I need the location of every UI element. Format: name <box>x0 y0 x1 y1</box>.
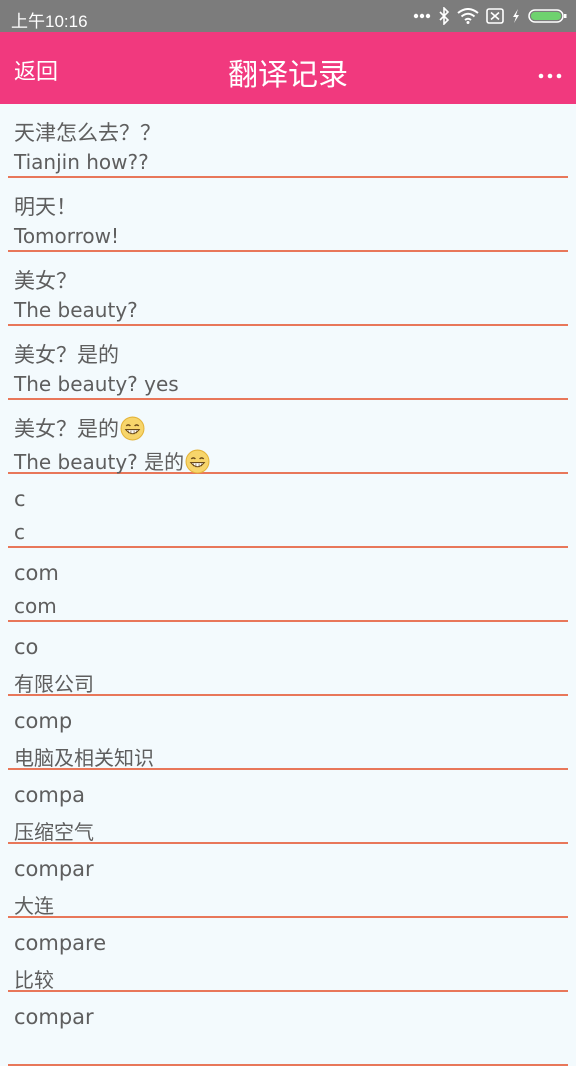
record-translation-label: c <box>14 520 25 544</box>
grinning-face-icon <box>120 416 145 441</box>
record-translation-label: 比较 <box>14 968 54 992</box>
list-item[interactable]: compare 比较 <box>8 918 568 992</box>
list-item[interactable]: 美女？ The beauty? <box>8 252 568 326</box>
record-translation-label: 电脑及相关知识 <box>14 746 154 770</box>
record-source-text: compare <box>14 931 106 955</box>
record-translation-label: com <box>14 594 57 618</box>
record-source-text: compa <box>14 783 85 807</box>
record-translation-label: 有限公司 <box>14 672 94 696</box>
record-source-label: 美女？是的 <box>14 417 119 441</box>
list-item[interactable]: com com <box>8 548 568 622</box>
more-dots-icon <box>538 73 562 79</box>
record-source-label: 明天！ <box>14 195 77 219</box>
list-item[interactable]: co 有限公司 <box>8 622 568 696</box>
record-translation-label: The beauty? yes <box>14 372 179 396</box>
list-item[interactable]: 明天！ Tomorrow! <box>8 178 568 252</box>
list-item[interactable]: 美女？是的 The beauty? 是的 <box>8 400 568 474</box>
record-source-label: 美女？是的 <box>14 343 119 367</box>
record-translation-text: The beauty? <box>14 298 138 322</box>
record-source-text: 美女？是的 <box>14 339 119 369</box>
wifi-icon <box>457 8 479 24</box>
record-translation-label: Tianjin how?? <box>14 150 149 174</box>
list-item[interactable]: cc <box>8 474 568 548</box>
record-source-label: comp <box>14 709 73 733</box>
record-translation-label: The beauty? <box>14 298 138 322</box>
record-translation-label: Tomorrow! <box>14 224 120 248</box>
sim-x-icon <box>486 8 504 24</box>
record-source-text: co <box>14 635 38 659</box>
record-source-label: 天津怎么去？？ <box>14 121 161 145</box>
record-source-text: compar <box>14 1005 94 1029</box>
bluetooth-icon <box>438 7 450 25</box>
record-source-text: 美女？ <box>14 265 77 295</box>
record-translation-text: Tianjin how?? <box>14 150 149 174</box>
record-source-label: c <box>14 487 26 511</box>
record-translation-label: The beauty? 是的 <box>14 450 185 474</box>
app-bar: 返回 翻译记录 <box>0 32 576 104</box>
record-source-label: compar <box>14 857 94 881</box>
record-source-text: 天津怎么去？？ <box>14 117 161 147</box>
record-translation-text: 比较 <box>14 964 54 993</box>
list-item[interactable]: compa 压缩空气 <box>8 770 568 844</box>
record-source-label: com <box>14 561 59 585</box>
record-translation-label: 压缩空气 <box>14 820 94 844</box>
status-icons <box>413 6 568 26</box>
list-item[interactable]: 美女？是的 The beauty? yes <box>8 326 568 400</box>
list-item[interactable]: compar <box>8 992 568 1066</box>
record-source-label: compare <box>14 931 107 955</box>
record-translation-text: 压缩空气 <box>14 816 94 845</box>
record-source-text: comp <box>14 709 72 733</box>
record-translation-text: The beauty? 是的 <box>14 446 210 475</box>
record-source-label: 美女？ <box>14 269 77 293</box>
status-time: 上午10:16 <box>11 12 88 31</box>
record-translation-text: com <box>14 594 57 618</box>
list-item[interactable]: 天津怎么去？？ Tianjin how?? <box>8 104 568 178</box>
more-menu-button[interactable] <box>538 58 562 82</box>
battery-icon <box>528 8 568 24</box>
record-source-text: 美女？是的 <box>14 413 145 443</box>
grinning-face-icon <box>185 449 210 474</box>
record-translation-text: 电脑及相关知识 <box>14 742 154 771</box>
status-bar: 上午10:16 <box>0 0 576 32</box>
list-item[interactable]: comp 电脑及相关知识 <box>8 696 568 770</box>
page-title: 翻译记录 <box>228 58 348 93</box>
record-source-text: compar <box>14 857 94 881</box>
record-source-label: co <box>14 635 39 659</box>
charging-icon <box>511 8 521 24</box>
record-translation-text: Tomorrow! <box>14 224 119 248</box>
translation-record-list[interactable]: 天津怎么去？？ Tianjin how?? 明天！ Tomorrow! 美女？ The b… <box>0 104 576 1066</box>
record-source-label: compa <box>14 783 86 807</box>
record-source-text: 明天！ <box>14 191 77 221</box>
list-item[interactable]: compar 大连 <box>8 844 568 918</box>
record-translation-text: c <box>14 520 25 544</box>
record-source-label: compar <box>14 1005 94 1029</box>
record-translation-text: The beauty? yes <box>14 372 179 396</box>
record-translation-text: 有限公司 <box>14 668 94 697</box>
more-dots-icon <box>413 13 431 19</box>
record-translation-text: 大连 <box>14 890 54 919</box>
record-translation-label: 大连 <box>14 894 54 918</box>
record-source-text: c <box>14 487 26 511</box>
record-source-text: com <box>14 561 59 585</box>
